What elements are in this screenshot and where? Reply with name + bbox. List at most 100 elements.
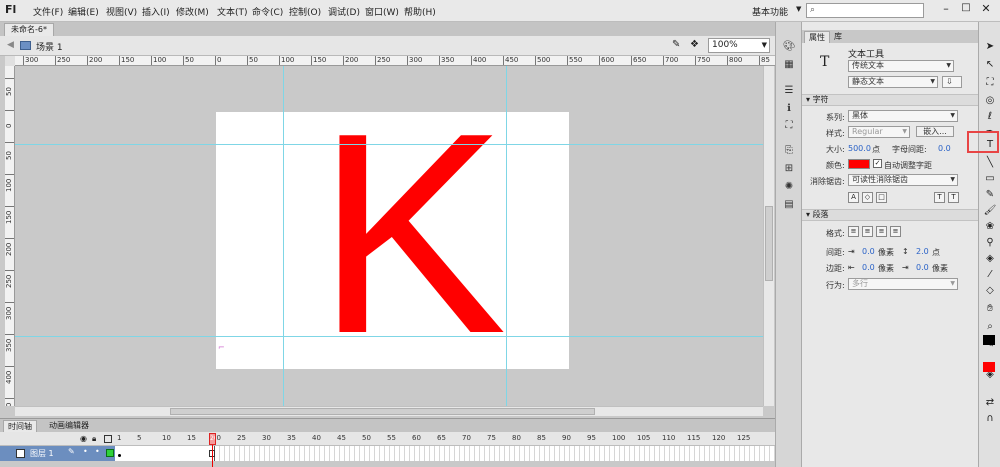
layer-label-cell[interactable]: 图层 1 ✎ • • <box>0 446 115 461</box>
history-panel-icon[interactable]: ▤ <box>782 198 796 212</box>
superscript-icon[interactable]: T <box>934 192 945 203</box>
frame-number[interactable]: 125 <box>737 434 750 442</box>
embed-button[interactable]: 嵌入... <box>916 126 954 137</box>
behavior-select[interactable]: 多行 ▼ <box>848 278 958 290</box>
guide-line-vertical[interactable] <box>283 66 284 406</box>
playhead[interactable]: 20 <box>209 433 216 445</box>
tab-library[interactable]: 库 <box>830 31 846 43</box>
guide-line-horizontal[interactable] <box>15 336 763 337</box>
eye-icon[interactable]: ◉ <box>80 434 87 443</box>
frame-number[interactable]: 100 <box>612 434 625 442</box>
menu-edit[interactable]: 编辑(E) <box>68 5 99 18</box>
justify-icon[interactable]: ≡ <box>890 226 901 237</box>
frame-number[interactable]: 105 <box>637 434 650 442</box>
subscript-icon[interactable]: T <box>948 192 959 203</box>
subselection-tool-icon[interactable]: ↖ <box>983 58 997 72</box>
frame-span[interactable] <box>115 446 215 461</box>
lasso-tool-icon[interactable]: ℓ <box>983 110 997 124</box>
horizontal-scroll-thumb[interactable] <box>170 408 595 415</box>
indent-value[interactable]: 0.0 <box>862 247 875 256</box>
anti-alias-select[interactable]: 可读性消除锯齿 ▼ <box>848 174 958 186</box>
font-family-select[interactable]: 黑体 ▼ <box>848 110 958 122</box>
guide-line-vertical[interactable] <box>506 66 507 406</box>
lock-dot[interactable]: • <box>95 447 100 456</box>
menu-control[interactable]: 控制(O) <box>289 5 321 18</box>
transform-panel-icon[interactable]: ⛶ <box>782 119 796 133</box>
menu-insert[interactable]: 插入(I) <box>142 5 170 18</box>
motion-presets-icon[interactable]: ✺ <box>782 180 796 194</box>
selection-tool-icon[interactable]: ➤ <box>983 40 997 54</box>
frame-number[interactable]: 50 <box>362 434 371 442</box>
menu-view[interactable]: 视图(V) <box>106 5 137 18</box>
frame-number[interactable]: 5 <box>137 434 141 442</box>
frame-number[interactable]: 35 <box>287 434 296 442</box>
lock-icon[interactable]: 🔒︎ <box>92 434 96 444</box>
frame-number[interactable]: 115 <box>687 434 700 442</box>
menu-window[interactable]: 窗口(W) <box>365 5 399 18</box>
frame-number[interactable]: 70 <box>462 434 471 442</box>
auto-kern-checkbox[interactable]: ✓ <box>873 159 882 168</box>
edit-scene-icon[interactable]: ✎ <box>672 39 686 52</box>
vertical-scrollbar[interactable] <box>763 66 774 406</box>
zoom-select[interactable]: 100% ▼ <box>708 38 770 53</box>
stage[interactable]: K <box>216 90 569 376</box>
selectable-icon[interactable]: A <box>848 192 859 203</box>
font-size-value[interactable]: 500.0 <box>848 144 871 153</box>
frame-number[interactable]: 10 <box>162 434 171 442</box>
hand-tool-icon[interactable]: ✋︎ <box>983 302 997 316</box>
text-color-swatch[interactable] <box>848 159 870 169</box>
menu-text[interactable]: 文本(T) <box>217 5 248 18</box>
document-tab[interactable]: 未命名-6* <box>4 23 54 36</box>
zoom-tool-icon[interactable]: ⌕ <box>983 320 997 334</box>
chevron-down-icon[interactable]: ▼ <box>796 5 801 13</box>
menu-file[interactable]: 文件(F) <box>33 5 63 18</box>
pencil-tool-icon[interactable]: ✎ <box>983 188 997 202</box>
layer-color-box[interactable] <box>106 449 114 457</box>
section-paragraph[interactable]: ▾ 段落 <box>802 209 978 221</box>
keyframe[interactable] <box>118 454 121 457</box>
section-character[interactable]: ▾ 字符 <box>802 94 978 106</box>
visibility-dot[interactable]: • <box>83 447 88 456</box>
text-type-select[interactable]: 静态文本 ▼ <box>848 76 938 88</box>
frame-number[interactable]: 30 <box>262 434 271 442</box>
bone-tool-icon[interactable]: ⚲ <box>983 236 997 250</box>
close-button[interactable]: ✕ <box>979 2 993 16</box>
snap-to-objects-icon[interactable]: ∩ <box>983 412 997 426</box>
paint-bucket-tool-icon[interactable]: ◈ <box>983 252 997 266</box>
code-snippets-icon[interactable]: ⎘ <box>782 144 796 158</box>
swatches-panel-icon[interactable]: ▦ <box>782 58 796 72</box>
horizontal-scrollbar[interactable] <box>15 406 763 416</box>
align-left-icon[interactable]: ≡ <box>848 226 859 237</box>
frame-number[interactable]: 85 <box>537 434 546 442</box>
deco-tool-icon[interactable]: ❀ <box>983 220 997 234</box>
letter-spacing-value[interactable]: 0.0 <box>938 144 951 153</box>
text-engine-select[interactable]: 传统文本 ▼ <box>848 60 954 72</box>
align-right-icon[interactable]: ≡ <box>876 226 887 237</box>
right-margin-value[interactable]: 0.0 <box>916 263 929 272</box>
search-input[interactable]: ⌕ <box>806 3 924 18</box>
fill-color-swatch[interactable] <box>983 362 995 372</box>
brush-tool-icon[interactable]: 🖌︎ <box>983 204 997 218</box>
frame-number[interactable]: 120 <box>712 434 725 442</box>
minimize-button[interactable]: – <box>939 2 953 16</box>
frame-number[interactable]: 45 <box>337 434 346 442</box>
orientation-select[interactable]: ⇩ <box>942 76 962 88</box>
edit-symbol-icon[interactable]: ❖ <box>690 39 704 52</box>
menu-modify[interactable]: 修改(M) <box>176 5 209 18</box>
info-panel-icon[interactable]: ℹ <box>782 102 796 116</box>
frame-number[interactable]: 55 <box>387 434 396 442</box>
vertical-scroll-thumb[interactable] <box>765 206 773 281</box>
workspace-switcher[interactable]: 基本功能 <box>752 5 788 18</box>
eyedropper-tool-icon[interactable]: ⁄ <box>983 268 997 282</box>
layer-row[interactable]: 图层 1 ✎ • • <box>0 446 775 461</box>
rectangle-tool-icon[interactable]: ▭ <box>983 172 997 186</box>
line-tool-icon[interactable]: ╲ <box>983 156 997 170</box>
3d-rotation-tool-icon[interactable]: ◎ <box>983 94 997 108</box>
frame-number[interactable]: 1 <box>117 434 121 442</box>
border-icon[interactable]: □ <box>876 192 887 203</box>
left-margin-value[interactable]: 0.0 <box>862 263 875 272</box>
swap-colors-icon[interactable]: ⇄ <box>983 396 997 410</box>
frame-number[interactable]: 65 <box>437 434 446 442</box>
layer-name[interactable]: 图层 1 <box>30 448 54 459</box>
frame-number[interactable]: 80 <box>512 434 521 442</box>
